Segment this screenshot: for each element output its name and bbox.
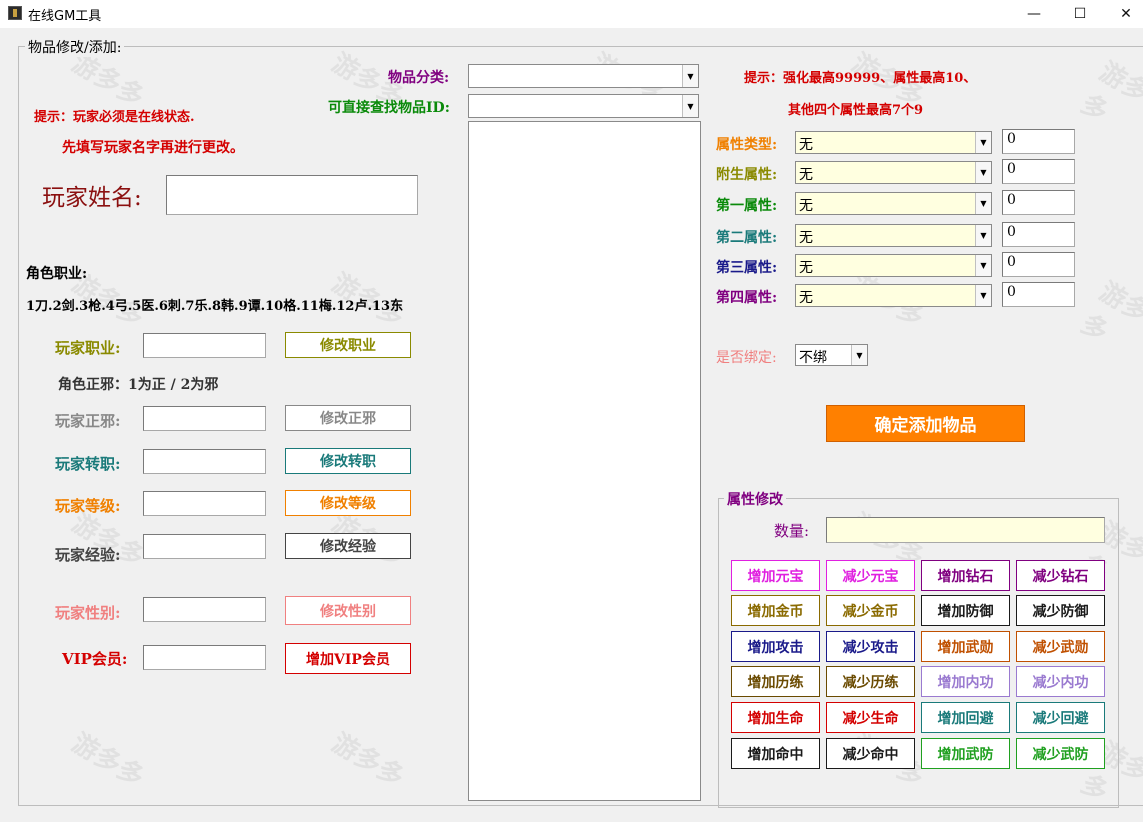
chevron-down-icon[interactable]: ▼ [682,65,698,87]
attr-type-num[interactable]: 0 [1002,129,1075,154]
chevron-down-icon[interactable]: ▼ [851,345,867,365]
confirm-add-item-button[interactable]: 确定添加物品 [826,405,1025,442]
app-icon [8,6,22,20]
attr-modify-button[interactable]: 减少攻击 [826,631,915,662]
attr-fusheng-num[interactable]: 0 [1002,159,1075,184]
find-label: 可直接查找物品ID: [328,100,450,116]
modify-level-button[interactable]: 修改等级 [285,490,411,516]
title-bar: 在线GM工具 — ☐ ✕ [0,0,1143,28]
attr-modify-button[interactable]: 增加内功 [921,666,1010,697]
find-id-select[interactable]: ▼ [468,94,699,118]
modify-gender-button[interactable]: 修改性别 [285,596,411,625]
attr-fusheng-label: 附生属性: [716,167,778,183]
attr-modify-button[interactable]: 增加生命 [731,702,820,733]
bind-label: 是否绑定: [716,350,777,366]
attr-modify-button[interactable]: 增加金币 [731,595,820,626]
bind-select[interactable]: 不绑 ▼ [795,344,868,366]
category-select[interactable]: ▼ [468,64,699,88]
qty-input[interactable] [826,517,1105,543]
attr-modify-title: 属性修改 [724,489,786,509]
attr-modify-button[interactable]: 减少历练 [826,666,915,697]
level-label: 玩家等级: [55,497,121,515]
chevron-down-icon[interactable]: ▼ [682,95,698,117]
zz-label: 玩家转职: [55,455,121,473]
modify-zz-button[interactable]: 修改转职 [285,448,411,474]
right-tip2: 其他四个属性最高7个9 [788,103,924,118]
level-input[interactable] [143,491,266,516]
attr-modify-button[interactable]: 减少武勋 [1016,631,1105,662]
category-label: 物品分类: [388,70,450,86]
attr-modify-button[interactable]: 增加武勋 [921,631,1010,662]
attr-modify-button[interactable]: 减少钻石 [1016,560,1105,591]
exp-label: 玩家经验: [55,546,121,564]
player-name-input[interactable] [166,175,418,215]
job-list: 1刀.2剑.3枪.4弓.5医.6刺.7乐.8韩.9谭.10格.11梅.12卢.1… [26,299,404,314]
attr-modify-button[interactable]: 减少金币 [826,595,915,626]
attr-second-select[interactable]: 无 ▼ [795,224,992,247]
attr-modify-button[interactable]: 增加钻石 [921,560,1010,591]
window-title: 在线GM工具 [28,9,102,24]
tip-online: 提示：玩家必须是在线状态. [34,110,195,125]
attr-fusheng-select[interactable]: 无 ▼ [795,161,992,184]
vip-input[interactable] [143,645,266,670]
attr-modify-button[interactable]: 增加武防 [921,738,1010,769]
attr-second-num[interactable]: 0 [1002,222,1075,247]
attr-fourth-num[interactable]: 0 [1002,282,1075,307]
attr-modify-button[interactable]: 减少回避 [1016,702,1105,733]
attr-third-num[interactable]: 0 [1002,252,1075,277]
job-input[interactable] [143,333,266,358]
chevron-down-icon[interactable]: ▼ [975,285,991,306]
tip-name-first: 先填写玩家名字再进行更改。 [62,140,244,156]
modify-job-button[interactable]: 修改职业 [285,332,411,358]
maximize-button[interactable]: ☐ [1057,0,1103,28]
chevron-down-icon[interactable]: ▼ [975,193,991,214]
exp-input[interactable] [143,534,266,559]
chevron-down-icon[interactable]: ▼ [975,132,991,153]
attr-modify-button[interactable]: 减少武防 [1016,738,1105,769]
attr-modify-button[interactable]: 减少生命 [826,702,915,733]
attr-modify-button[interactable]: 减少元宝 [826,560,915,591]
qty-label: 数量: [774,522,810,540]
attr-first-num[interactable]: 0 [1002,190,1075,215]
add-vip-button[interactable]: 增加VIP会员 [285,643,411,674]
attr-fourth-label: 第四属性: [716,290,778,306]
zx-input[interactable] [143,406,266,431]
attr-type-select[interactable]: 无 ▼ [795,131,992,154]
gender-input[interactable] [143,597,266,622]
modify-exp-button[interactable]: 修改经验 [285,533,411,559]
gender-label: 玩家性别: [55,604,121,622]
player-name-label: 玩家姓名: [42,185,142,211]
attr-second-label: 第二属性: [716,230,778,246]
attr-third-label: 第三属性: [716,260,778,276]
chevron-down-icon[interactable]: ▼ [975,255,991,276]
chevron-down-icon[interactable]: ▼ [975,162,991,183]
attr-modify-button[interactable]: 减少防御 [1016,595,1105,626]
modify-zx-button[interactable]: 修改正邪 [285,405,411,431]
job-header: 角色职业: [26,266,88,282]
attr-modify-button[interactable]: 增加命中 [731,738,820,769]
chevron-down-icon[interactable]: ▼ [975,225,991,246]
attr-fourth-select[interactable]: 无 ▼ [795,284,992,307]
close-button[interactable]: ✕ [1103,0,1143,28]
attr-first-select[interactable]: 无 ▼ [795,192,992,215]
attr-modify-button[interactable]: 增加历练 [731,666,820,697]
attr-type-label: 属性类型: [716,137,778,153]
vip-label: VIP会员: [62,650,128,668]
group-title: 物品修改/添加: [25,37,125,57]
attr-modify-button[interactable]: 增加攻击 [731,631,820,662]
attr-modify-button[interactable]: 减少命中 [826,738,915,769]
zx-label: 玩家正邪: [55,412,121,430]
attr-modify-button[interactable]: 增加元宝 [731,560,820,591]
right-tip1: 提示：强化最高99999、属性最高10、 [744,71,977,86]
attr-modify-button[interactable]: 增加回避 [921,702,1010,733]
attr-first-label: 第一属性: [716,198,778,214]
minimize-button[interactable]: — [1011,0,1057,28]
zz-input[interactable] [143,449,266,474]
attr-third-select[interactable]: 无 ▼ [795,254,992,277]
zx-header: 角色正邪：1为正 / 2为邪 [58,377,219,393]
attr-modify-button[interactable]: 增加防御 [921,595,1010,626]
job-label: 玩家职业: [55,339,121,357]
attr-modify-button[interactable]: 减少内功 [1016,666,1105,697]
item-list[interactable] [468,121,701,801]
